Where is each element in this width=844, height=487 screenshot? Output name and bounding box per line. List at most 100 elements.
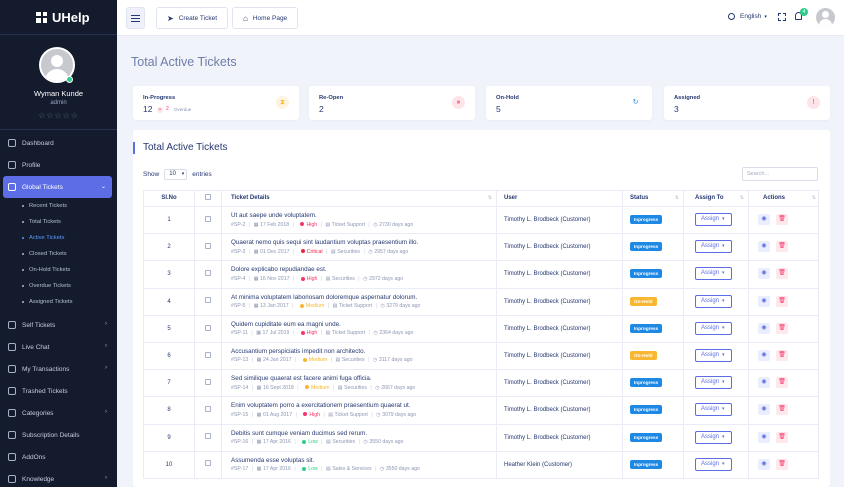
table-row[interactable]: 6 Accusantium perspiciatis impedit non a… <box>143 342 819 371</box>
create-ticket-button[interactable]: ➤ Create Ticket <box>156 7 228 29</box>
ticket-title-link[interactable]: Ut aut saepe unde voluptatem. <box>231 212 317 219</box>
stat-card[interactable]: In-Progress 12 • 2 Overdue ⧗ <box>133 86 299 120</box>
sidebar-subitem[interactable]: Active Tickets <box>0 230 117 246</box>
fullscreen-icon[interactable] <box>778 13 786 21</box>
assign-dropdown-button[interactable]: Assign ▾ <box>695 348 732 362</box>
sidebar-item[interactable]: Live Chat › <box>0 336 117 358</box>
delete-trash-icon[interactable]: 🗑 <box>776 458 788 470</box>
view-eye-icon[interactable]: ◉ <box>758 404 770 416</box>
sidebar-item[interactable]: AddOns <box>0 446 117 468</box>
ticket-title-link[interactable]: Debitis sunt cumque veniam ducimus sed r… <box>231 430 367 437</box>
col-user[interactable]: User <box>497 191 623 206</box>
assign-dropdown-button[interactable]: Assign ▾ <box>695 403 732 417</box>
table-row[interactable]: 7 Sed similique quaerat est facere animi… <box>143 370 819 398</box>
ticket-title-link[interactable]: Accusantium perspiciatis impedit non arc… <box>231 348 365 355</box>
sidebar-item[interactable]: Subscription Details <box>0 424 117 446</box>
table-row[interactable]: 1 Ut aut saepe unde voluptatem. #SP-2 | … <box>143 207 820 235</box>
sidebar-item[interactable]: Profile <box>0 154 117 176</box>
delete-trash-icon[interactable]: 🗑 <box>776 214 788 225</box>
brand-logo[interactable]: UHelp <box>0 0 117 35</box>
row-checkbox[interactable] <box>205 270 211 277</box>
stat-card[interactable]: Assigned 3 ! <box>664 86 830 120</box>
row-checkbox[interactable] <box>205 297 211 304</box>
table-row[interactable]: 2 Quaerat nemo quis sequi sint laudantiu… <box>143 234 819 262</box>
language-selector[interactable]: English ▾ <box>728 13 767 20</box>
row-checkbox[interactable] <box>205 215 211 222</box>
ticket-title-link[interactable]: Quaerat nemo quis sequi sint laudantium … <box>231 239 418 246</box>
view-eye-icon[interactable]: ◉ <box>758 295 770 307</box>
row-checkbox[interactable] <box>205 406 211 413</box>
col-status[interactable]: Status ⇅ <box>623 191 684 206</box>
assign-dropdown-button[interactable]: Assign ▾ <box>695 294 732 308</box>
view-eye-icon[interactable]: ◉ <box>758 349 770 361</box>
home-page-button[interactable]: ⌂ Home Page <box>232 7 299 29</box>
col-ticket-details[interactable]: Ticket Details ⇅ <box>222 191 497 206</box>
view-eye-icon[interactable]: ◉ <box>758 431 770 443</box>
actions-cell: ◉ 🗑 <box>749 207 820 233</box>
table-row[interactable]: 3 Dolore explicabo repudiandae est. #SP-… <box>143 261 819 289</box>
table-row[interactable]: 5 Quidem cupiditate eum ea magni unde. #… <box>143 315 819 343</box>
assign-dropdown-button[interactable]: Assign ▾ <box>695 213 732 226</box>
stat-card[interactable]: On-Hold 5 ↻ <box>486 86 652 120</box>
ticket-title-link[interactable]: Sed similique quaerat est facere animi f… <box>231 375 372 382</box>
sidebar-item[interactable]: My Transactions › <box>0 358 117 380</box>
sidebar-item[interactable]: Categories › <box>0 402 117 424</box>
ticket-title-link[interactable]: Assumenda esse voluptas sit. <box>231 457 314 464</box>
stat-card[interactable]: Re-Open 2 ⏸ <box>309 86 475 120</box>
sidebar-subitem[interactable]: Total Tickets <box>0 214 117 230</box>
row-checkbox[interactable] <box>205 378 211 385</box>
sidebar-item[interactable]: Trashed Tickets <box>0 380 117 402</box>
table-row[interactable]: 10 Assumenda esse voluptas sit. #SP-17 |… <box>143 451 819 479</box>
delete-trash-icon[interactable]: 🗑 <box>776 431 788 443</box>
delete-trash-icon[interactable]: 🗑 <box>776 268 788 280</box>
sidebar-item[interactable]: Dashboard <box>0 132 117 154</box>
assign-dropdown-button[interactable]: Assign ▾ <box>695 267 732 281</box>
sidebar-item[interactable]: Knowledge › <box>0 468 117 487</box>
sidebar-item[interactable]: Global Tickets ⌄ <box>3 176 112 198</box>
view-eye-icon[interactable]: ◉ <box>758 214 770 225</box>
assign-dropdown-button[interactable]: Assign ▾ <box>695 430 732 444</box>
sidebar-subitem[interactable]: Overdue Tickets <box>0 278 117 294</box>
delete-trash-icon[interactable]: 🗑 <box>776 349 788 361</box>
view-eye-icon[interactable]: ◉ <box>758 268 770 280</box>
col-assign-to[interactable]: Assign To ⇅ <box>684 191 749 206</box>
view-eye-icon[interactable]: ◉ <box>758 377 770 389</box>
assign-dropdown-button[interactable]: Assign ▾ <box>695 321 732 335</box>
sidebar-subitem[interactable]: Closed Tickets <box>0 246 117 262</box>
assign-dropdown-button[interactable]: Assign ▾ <box>695 376 732 390</box>
table-row[interactable]: 9 Debitis sunt cumque veniam ducimus sed… <box>143 424 819 452</box>
table-row[interactable]: 4 At minima voluptatem laboriosam dolore… <box>143 288 819 316</box>
delete-trash-icon[interactable]: 🗑 <box>776 404 788 416</box>
search-input[interactable]: Search... <box>742 167 818 181</box>
assign-dropdown-button[interactable]: Assign ▾ <box>695 240 732 254</box>
delete-trash-icon[interactable]: 🗑 <box>776 295 788 307</box>
row-checkbox[interactable] <box>205 242 211 249</box>
ticket-title-link[interactable]: Dolore explicabo repudiandae est. <box>231 266 327 273</box>
delete-trash-icon[interactable]: 🗑 <box>776 322 788 334</box>
ticket-title-link[interactable]: Quidem cupiditate eum ea magni unde. <box>231 321 341 328</box>
sidebar-subitem[interactable]: Recent Tickets <box>0 198 117 214</box>
delete-trash-icon[interactable]: 🗑 <box>776 377 788 389</box>
menu-toggle-button[interactable] <box>126 7 145 29</box>
row-checkbox[interactable] <box>205 324 211 331</box>
view-eye-icon[interactable]: ◉ <box>758 322 770 334</box>
col-actions[interactable]: Actions ⇅ <box>749 191 820 206</box>
col-slno[interactable]: Sl.No <box>144 191 195 206</box>
ticket-title-link[interactable]: At minima voluptatem laboriosam doloremq… <box>231 294 417 301</box>
row-checkbox[interactable] <box>205 460 211 467</box>
assign-dropdown-button[interactable]: Assign ▾ <box>695 457 732 471</box>
select-all-checkbox[interactable] <box>205 194 211 201</box>
row-checkbox[interactable] <box>205 351 211 358</box>
table-row[interactable]: 8 Enim voluptatem porro a exercitationem… <box>143 397 819 425</box>
view-eye-icon[interactable]: ◉ <box>758 458 770 470</box>
view-eye-icon[interactable]: ◉ <box>758 241 770 253</box>
user-avatar[interactable] <box>816 8 835 27</box>
sidebar-item[interactable]: Self Tickets › <box>0 314 117 336</box>
assign-cell: Assign ▾ <box>684 207 749 234</box>
sidebar-subitem[interactable]: Assigned Tickets <box>0 294 117 310</box>
row-checkbox[interactable] <box>205 433 211 440</box>
delete-trash-icon[interactable]: 🗑 <box>776 241 788 253</box>
entries-select[interactable]: 10 <box>164 169 188 180</box>
sidebar-subitem[interactable]: On-Hold Tickets <box>0 262 117 278</box>
ticket-title-link[interactable]: Enim voluptatem porro a exercitationem p… <box>231 402 411 409</box>
